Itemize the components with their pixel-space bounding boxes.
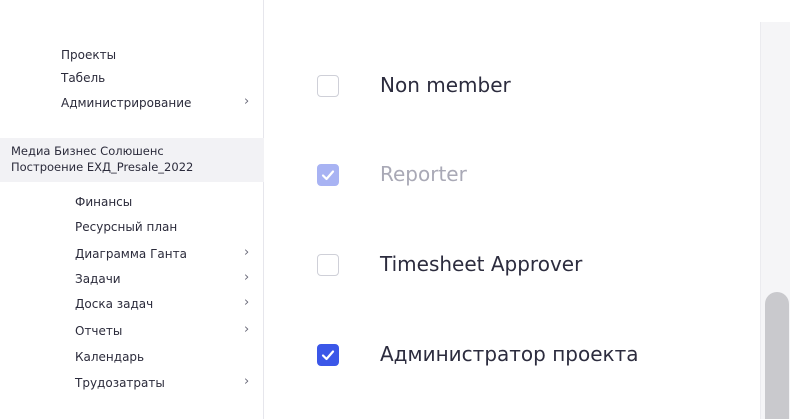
role-checkbox-project-admin[interactable]	[317, 344, 339, 366]
sidebar-item-label: Доска задач	[75, 297, 154, 311]
chevron-right-icon: ›	[244, 245, 250, 260]
role-label: Timesheet Approver	[380, 252, 583, 276]
role-label: Non member	[380, 73, 511, 97]
sidebar-item-label: Календарь	[75, 350, 145, 364]
sidebar-item-label: Финансы	[75, 195, 133, 209]
chevron-right-icon: ›	[244, 295, 250, 310]
role-checkbox-reporter	[317, 164, 339, 186]
scrollbar-thumb[interactable]	[765, 292, 789, 419]
role-label: Администратор проекта	[380, 342, 639, 366]
chevron-right-icon: ›	[244, 322, 250, 337]
role-row-reporter: Reporter	[265, 155, 760, 195]
sidebar-item-label: Отчеты	[75, 324, 123, 338]
sidebar-item-tasks[interactable]: Задачи ›	[0, 268, 264, 292]
app-frame: Проекты Табель Администрирование › Медиа…	[0, 0, 790, 419]
roles-panel: Non member Reporter Timesheet Approver А…	[265, 0, 760, 419]
project-client-name: Медиа Бизнес Солюшенс	[11, 144, 164, 158]
sidebar-item-label: Ресурсный план	[75, 220, 178, 234]
sidebar-item-label: Табель	[61, 71, 106, 85]
sidebar-item-administration[interactable]: Администрирование ›	[0, 92, 264, 116]
chevron-right-icon: ›	[244, 270, 250, 285]
sidebar-item-reports[interactable]: Отчеты ›	[0, 320, 264, 344]
sidebar-item-projects[interactable]: Проекты	[0, 44, 264, 68]
chevron-right-icon: ›	[244, 94, 250, 109]
sidebar-item-gantt[interactable]: Диаграмма Ганта ›	[0, 243, 264, 267]
sidebar-item-label: Трудозатраты	[75, 376, 165, 390]
role-row-project-admin[interactable]: Администратор проекта	[265, 335, 760, 375]
role-row-timesheet-approver[interactable]: Timesheet Approver	[265, 245, 760, 285]
sidebar-item-label: Администрирование	[61, 96, 192, 110]
sidebar-item-label: Диаграмма Ганта	[75, 247, 187, 261]
sidebar-item-finance[interactable]: Финансы	[0, 191, 264, 215]
sidebar-item-labor-costs[interactable]: Трудозатраты ›	[0, 372, 264, 396]
sidebar-item-label: Задачи	[75, 272, 121, 286]
sidebar-item-resource-plan[interactable]: Ресурсный план	[0, 216, 264, 240]
sidebar-item-label: Проекты	[61, 48, 117, 62]
current-project[interactable]: Медиа Бизнес Солюшенс Построение ЕХД_Pre…	[0, 138, 264, 182]
checkmark-icon	[321, 350, 335, 361]
sidebar-item-calendar[interactable]: Календарь	[0, 346, 264, 370]
chevron-right-icon: ›	[244, 374, 250, 389]
role-row-non-member[interactable]: Non member	[265, 66, 760, 106]
role-checkbox-non-member[interactable]	[317, 75, 339, 97]
sidebar-item-task-board[interactable]: Доска задач ›	[0, 293, 264, 317]
project-name: Построение ЕХД_Presale_2022	[11, 160, 194, 174]
checkmark-icon	[321, 170, 335, 181]
role-label: Reporter	[380, 162, 467, 186]
role-checkbox-timesheet-approver[interactable]	[317, 254, 339, 276]
sidebar-item-timesheet[interactable]: Табель	[0, 67, 264, 91]
sidebar: Проекты Табель Администрирование › Медиа…	[0, 0, 264, 419]
